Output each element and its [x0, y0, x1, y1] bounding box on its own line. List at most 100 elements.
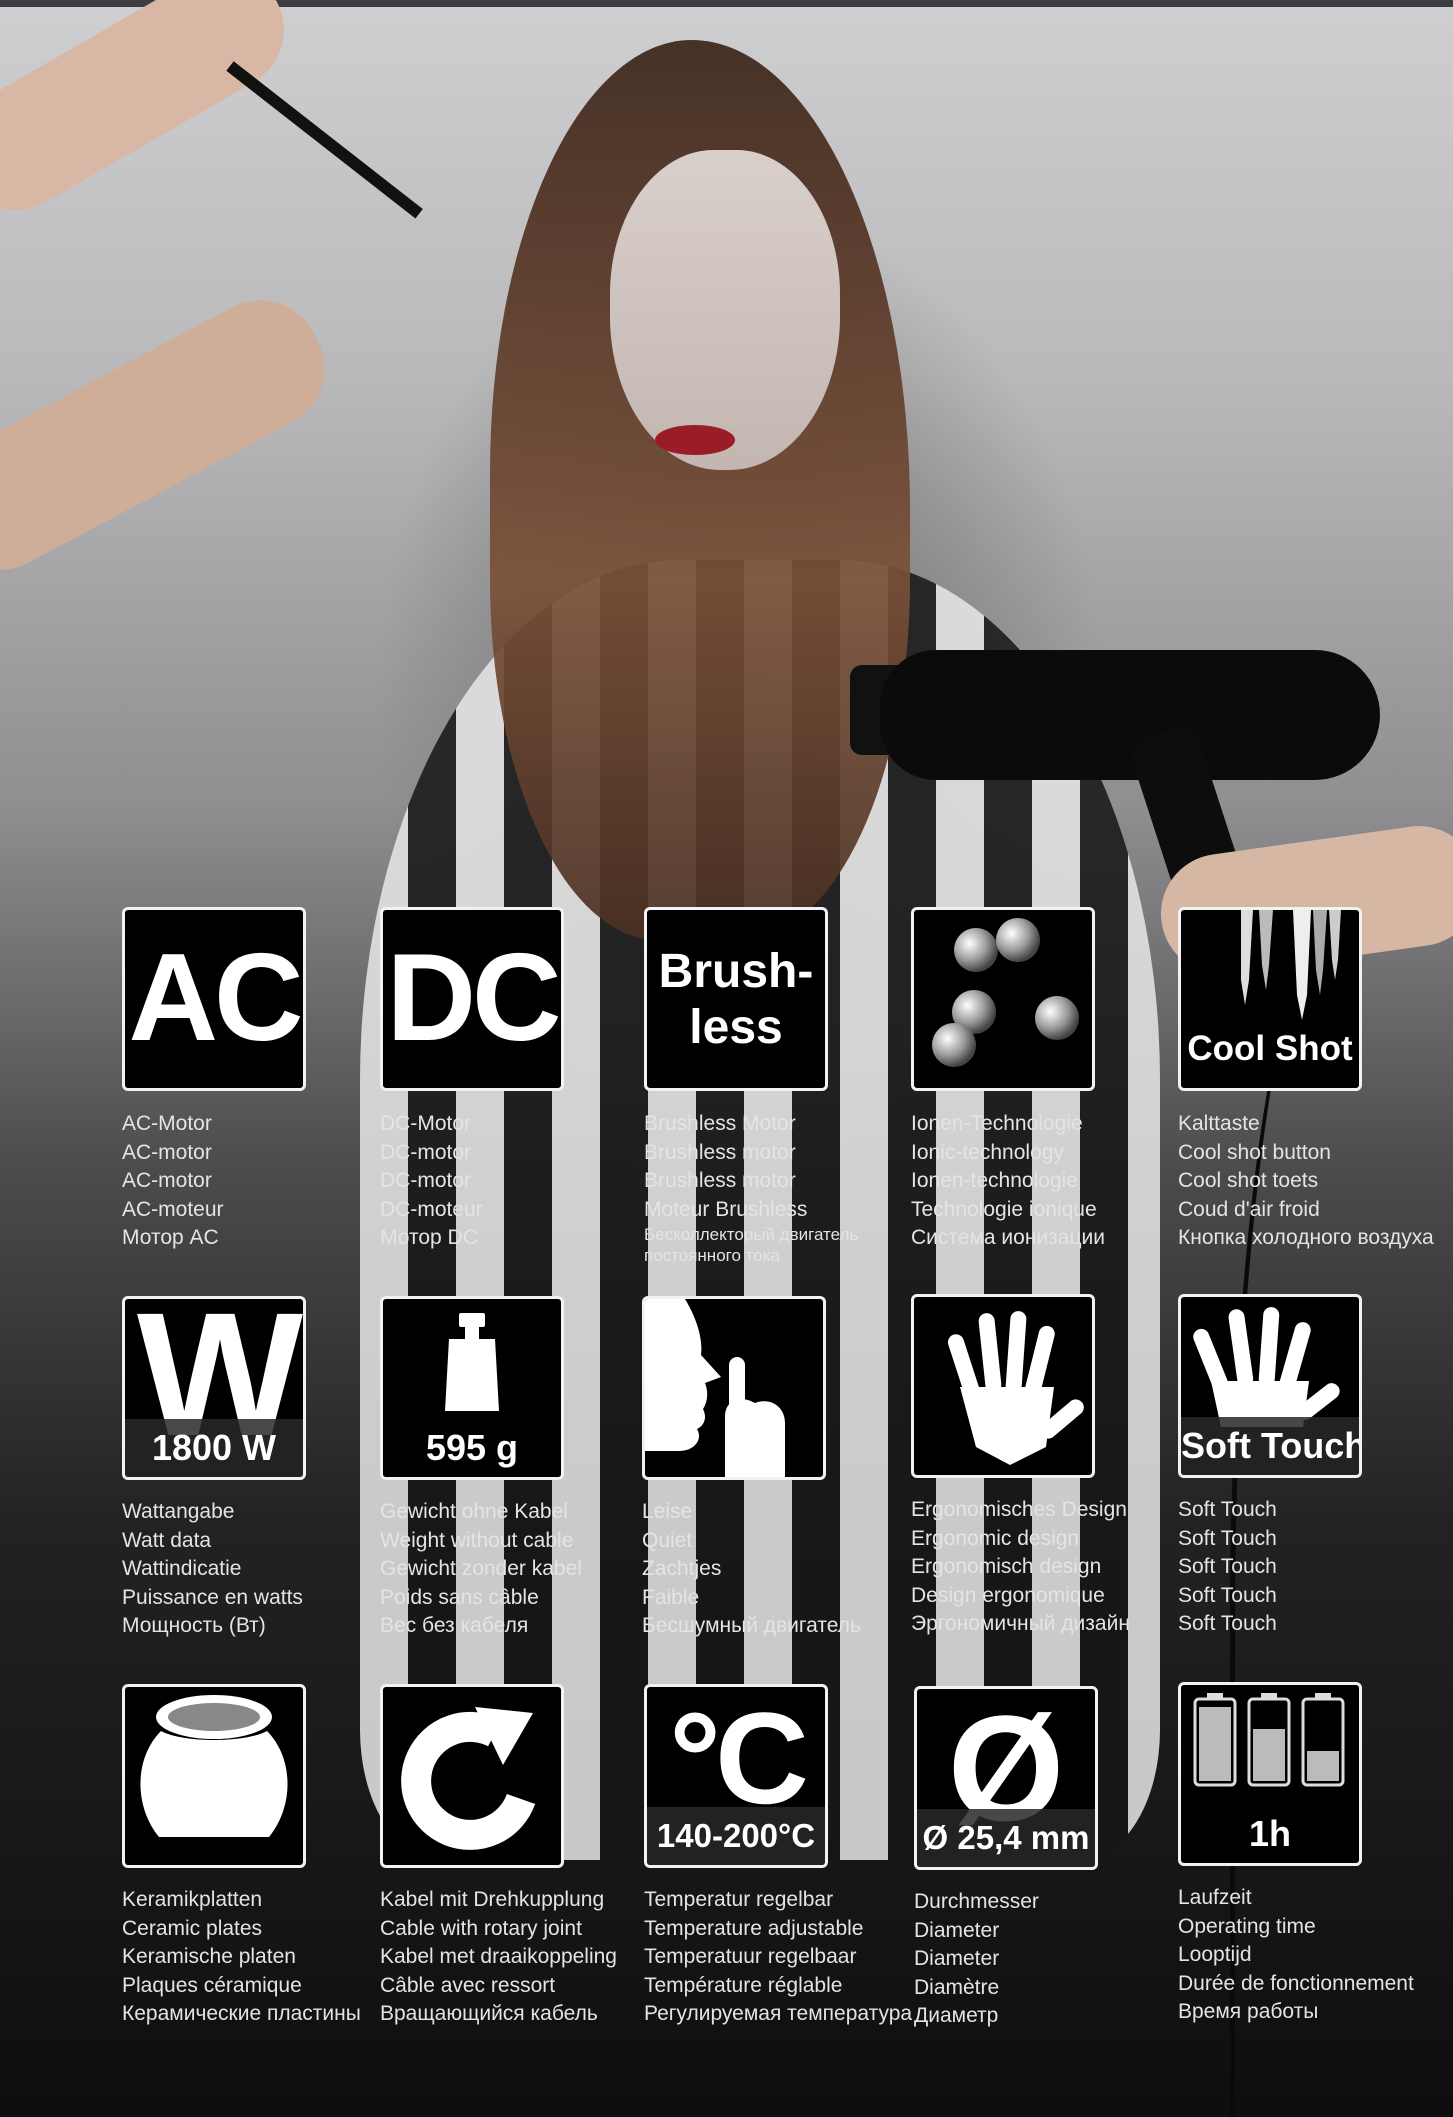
label: Leise — [642, 1500, 693, 1523]
label: Faible — [642, 1585, 700, 1609]
label: DC-motor — [380, 1140, 472, 1164]
label: DC-Motor — [380, 1112, 472, 1135]
label: Эргономичный дизайн — [911, 1612, 1130, 1635]
temperature-value: 140-200°C — [647, 1807, 825, 1865]
label: Plaques céramique — [122, 1973, 302, 1997]
label: Ergonomisch design — [911, 1555, 1102, 1578]
rotary-cable-caption: Kabel mit Drehkupplung Cable with rotary… — [380, 1886, 640, 2029]
weight-tile: 595 g — [380, 1296, 564, 1480]
weight-icon — [445, 1313, 499, 1411]
label: Cool shot toets — [1178, 1169, 1319, 1192]
battery-caption: Laufzeit Operating time Looptijd Durée d… — [1178, 1884, 1453, 2027]
label: Durée de fonctionnement — [1178, 1971, 1414, 1995]
diameter-value: Ø 25,4 mm — [917, 1809, 1095, 1867]
ac-tile: AC — [122, 907, 306, 1091]
ergonomic-caption: Ergonomisches Design Ergonomic design Er… — [911, 1496, 1171, 1639]
label: Ionen-Technologie — [911, 1112, 1083, 1135]
label: Wattindicatie — [122, 1557, 242, 1580]
label: Temperature adjustable — [644, 1916, 864, 1940]
model-face — [610, 150, 840, 470]
label: Керамические пластины — [122, 2002, 361, 2025]
brushless-title-line1: Brush- — [658, 945, 814, 998]
battery-tile: 1h — [1178, 1682, 1362, 1866]
brushless-tile: Brush- less — [644, 907, 828, 1091]
cool-shot-label: Cool Shot — [1187, 1029, 1353, 1068]
label: AC-motor — [122, 1140, 212, 1164]
label: Câble avec ressort — [380, 1973, 556, 1997]
label: DC-moteur — [380, 1197, 483, 1221]
watt-tile: W 1800 W — [122, 1296, 306, 1480]
label: Kalttaste — [1178, 1112, 1260, 1135]
label: Durchmesser — [914, 1890, 1039, 1913]
label: AC-Motor — [122, 1112, 212, 1135]
label: Weight without cable — [380, 1528, 574, 1552]
rotary-cable-tile — [380, 1684, 564, 1868]
label: Laufzeit — [1178, 1886, 1252, 1909]
model-lips — [655, 425, 735, 455]
label: Soft Touch — [1178, 1498, 1277, 1521]
label: постоянного тока — [644, 1246, 780, 1265]
weight-caption: Gewicht ohne Kabel Weight without cable … — [380, 1498, 640, 1641]
ions-caption: Ionen-Technologie Ionic-technology Ionen… — [911, 1110, 1171, 1253]
product-page: AC AC-Motor AC-motor AC-motor AC-moteur … — [0, 0, 1453, 2117]
hair-dryer — [880, 650, 1380, 780]
label: Soft Touch — [1178, 1526, 1277, 1550]
ceramic-caption: Keramikplatten Ceramic plates Keramische… — [122, 1886, 382, 2029]
soft-touch-label: Soft Touch — [1181, 1417, 1359, 1475]
label: DC-motor — [380, 1169, 472, 1192]
ergonomic-tile — [911, 1294, 1095, 1478]
label: Cool shot button — [1178, 1140, 1331, 1164]
battery-icon — [1193, 1693, 1345, 1787]
label: Кнопка холодного воздуха — [1178, 1226, 1434, 1249]
soft-touch-icon — [1193, 1307, 1340, 1427]
ac-icon: AC — [128, 929, 303, 1067]
label: Brushless motor — [644, 1140, 796, 1164]
label: Бесколлекторый двигатель — [644, 1225, 859, 1244]
weight-value: 595 g — [383, 1419, 561, 1477]
stylist-arm — [0, 279, 346, 591]
label: Ceramic plates — [122, 1916, 263, 1940]
label: Poids sans câble — [380, 1585, 539, 1609]
brushless-title-line2: less — [689, 1001, 783, 1054]
label: Мотор AC — [122, 1226, 219, 1249]
label: Design ergonomique — [911, 1583, 1105, 1607]
label: Brushless motor — [644, 1169, 796, 1192]
stylist-arm — [0, 0, 306, 232]
label: Température réglable — [644, 1973, 843, 1997]
hand-icon — [947, 1311, 1084, 1465]
label: Система ионизации — [911, 1226, 1105, 1249]
ac-caption: AC-Motor AC-motor AC-motor AC-moteur Мот… — [122, 1110, 382, 1253]
quiet-tile — [642, 1296, 826, 1480]
label: Kabel met draaikoppeling — [380, 1945, 617, 1968]
label: Wattangabe — [122, 1500, 235, 1523]
label: Operating time — [1178, 1914, 1316, 1938]
label: Вес без кабеля — [380, 1614, 529, 1637]
diameter-caption: Durchmesser Diameter Diameter Diamètre Д… — [914, 1888, 1174, 2031]
label: AC-motor — [122, 1169, 212, 1192]
label: Soft Touch — [1178, 1583, 1277, 1607]
label: Cable with rotary joint — [380, 1916, 582, 1940]
label: Looptijd — [1178, 1943, 1252, 1966]
rotate-arrow-icon — [401, 1707, 536, 1850]
label: Soft Touch — [1178, 1612, 1277, 1635]
label: Technologie ionique — [911, 1197, 1097, 1221]
ceramic-tile — [122, 1684, 306, 1868]
watt-value: 1800 W — [125, 1419, 303, 1477]
temperature-tile: °C 140-200°C — [644, 1684, 828, 1868]
cool-shot-caption: Kalttaste Cool shot button Cool shot toe… — [1178, 1110, 1453, 1253]
brushless-icon: Brush- less — [647, 944, 825, 1056]
dc-caption: DC-Motor DC-motor DC-motor DC-moteur Мот… — [380, 1110, 640, 1253]
battery-value: 1h — [1248, 1813, 1291, 1854]
label: Quiet — [642, 1528, 693, 1552]
temperature-caption: Temperatur regelbar Temperature adjustab… — [644, 1886, 934, 2029]
label: AC-moteur — [122, 1197, 224, 1221]
dc-icon: DC — [386, 929, 561, 1067]
label: Zachtjes — [642, 1557, 722, 1580]
label: Temperatuur regelbaar — [644, 1945, 857, 1968]
label: Ergonomic design — [911, 1526, 1080, 1550]
label: Temperatur regelbar — [644, 1888, 834, 1911]
label: Puissance en watts — [122, 1585, 303, 1609]
label: Diamètre — [914, 1975, 1000, 1999]
label: Soft Touch — [1178, 1555, 1277, 1578]
label: Ionen-technologie — [911, 1169, 1078, 1192]
